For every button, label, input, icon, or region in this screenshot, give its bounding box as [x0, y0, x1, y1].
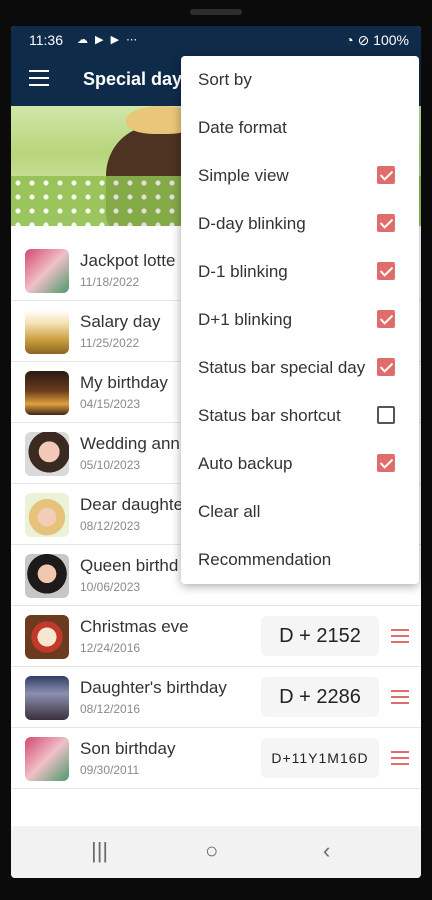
- simple-view-checkbox[interactable]: [377, 166, 395, 184]
- home-icon[interactable]: ○: [205, 838, 218, 864]
- item-date: 11/18/2022: [80, 275, 140, 289]
- earpiece-speaker: [190, 9, 242, 15]
- item-title: Jackpot lotte: [80, 251, 176, 270]
- item-date: 04/15/2023: [80, 397, 141, 411]
- menu-status-bar-special-day[interactable]: Status bar special day: [181, 344, 419, 392]
- menu-label: D-day blinking: [198, 214, 306, 233]
- menu-status-bar-shortcut[interactable]: Status bar shortcut: [181, 392, 419, 440]
- back-icon[interactable]: ‹: [323, 838, 330, 864]
- menu-date-format[interactable]: Date format: [181, 104, 419, 152]
- item-date: 09/30/2011: [80, 763, 140, 777]
- dday-counter: D+11Y1M16D: [261, 738, 379, 778]
- app-title: Special days: [83, 69, 193, 89]
- queen-thumbnail: [25, 554, 69, 598]
- item-date: 12/24/2016: [80, 641, 141, 655]
- status-bar-special-day-checkbox[interactable]: [377, 358, 395, 376]
- birthday-thumbnail: [25, 371, 69, 415]
- item-date: 08/12/2023: [80, 519, 141, 533]
- item-date: 08/12/2016: [80, 702, 141, 716]
- menu-hamburger-icon[interactable]: [29, 70, 49, 86]
- daughters-birthday-thumbnail: [25, 676, 69, 720]
- menu-label: Status bar shortcut: [198, 406, 341, 425]
- menu-recommendation[interactable]: Recommendation: [181, 536, 419, 584]
- menu-label: Auto backup: [198, 454, 293, 473]
- menu-label: Simple view: [198, 166, 289, 185]
- item-title: Christmas eve: [80, 617, 189, 636]
- menu-clear-all[interactable]: Clear all: [181, 488, 419, 536]
- list-item[interactable]: Son birthday 09/30/2011 D+11Y1M16D: [11, 728, 421, 789]
- dday-counter: D + 2286: [261, 677, 379, 717]
- item-title: My birthday: [80, 373, 168, 392]
- status-right-icons: ◔ ⊘ 100%: [345, 32, 409, 48]
- auto-backup-checkbox[interactable]: [377, 454, 395, 472]
- dday-blinking-checkbox[interactable]: [377, 214, 395, 232]
- son-birthday-thumbnail: [25, 737, 69, 781]
- item-title: Wedding ann: [80, 434, 180, 453]
- system-nav-bar: ||| ○ ‹: [11, 826, 421, 878]
- item-date: 05/10/2023: [80, 458, 141, 472]
- dday-counter: D + 2152: [261, 616, 379, 656]
- lottery-thumbnail: [25, 249, 69, 293]
- item-title: Queen birthd: [80, 556, 179, 575]
- options-menu: Sort by Date format Simple view D-day bl…: [181, 56, 419, 584]
- drag-handle-icon[interactable]: [391, 629, 409, 643]
- d-plus-1-blinking-checkbox[interactable]: [377, 310, 395, 328]
- menu-label: Sort by: [198, 70, 252, 89]
- menu-label: Recommendation: [198, 550, 332, 569]
- menu-dday-blinking[interactable]: D-day blinking: [181, 200, 419, 248]
- menu-label: Date format: [198, 118, 287, 137]
- menu-label: D-1 blinking: [198, 262, 288, 281]
- status-bar-shortcut-checkbox[interactable]: [377, 406, 395, 424]
- item-title: Salary day: [80, 312, 161, 331]
- item-title: Daughter's birthday: [80, 678, 227, 697]
- d-minus-1-blinking-checkbox[interactable]: [377, 262, 395, 280]
- menu-label: Status bar special day: [198, 358, 366, 377]
- list-item[interactable]: Christmas eve 12/24/2016 D + 2152: [11, 606, 421, 667]
- list-item[interactable]: Daughter's birthday 08/12/2016 D + 2286: [11, 667, 421, 728]
- drag-handle-icon[interactable]: [391, 751, 409, 765]
- recents-icon[interactable]: |||: [91, 838, 108, 864]
- coins-thumbnail: [25, 310, 69, 354]
- wedding-thumbnail: [25, 432, 69, 476]
- drag-handle-icon[interactable]: [391, 690, 409, 704]
- item-date: 11/25/2022: [80, 336, 140, 350]
- menu-auto-backup[interactable]: Auto backup: [181, 440, 419, 488]
- menu-label: D+1 blinking: [198, 310, 293, 329]
- item-date: 10/06/2023: [80, 580, 141, 594]
- christmas-thumbnail: [25, 615, 69, 659]
- menu-simple-view[interactable]: Simple view: [181, 152, 419, 200]
- menu-sort-by[interactable]: Sort by: [181, 56, 419, 104]
- menu-dplus1-blinking[interactable]: D+1 blinking: [181, 296, 419, 344]
- menu-d1-blinking[interactable]: D-1 blinking: [181, 248, 419, 296]
- status-bar: 11:36 ☁ ▶ ▶ ⋯ ◔ ⊘ 100%: [11, 26, 421, 54]
- status-time: 11:36: [29, 32, 63, 48]
- item-title: Son birthday: [80, 739, 176, 758]
- notification-icons: ☁ ▶ ▶ ⋯: [77, 34, 140, 46]
- daughter-thumbnail: [25, 493, 69, 537]
- item-title: Dear daughte: [80, 495, 184, 514]
- menu-label: Clear all: [198, 502, 261, 521]
